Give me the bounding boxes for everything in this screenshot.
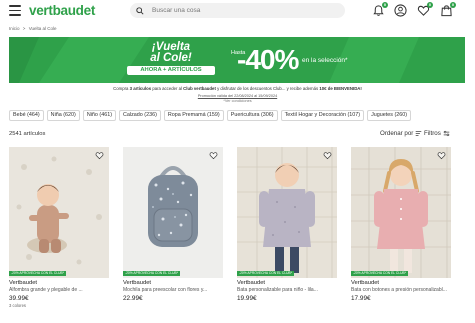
wishlist-heart-icon[interactable]	[437, 151, 446, 160]
chip-juguetes[interactable]: Juguetes (260)	[367, 110, 412, 121]
product-brand: Vertbaudet	[351, 280, 380, 286]
breadcrumb-separator: >	[22, 26, 26, 31]
promo-validity-link[interactable]: Promoción válida del 22/08/2024 al 15/09…	[0, 94, 475, 98]
breadcrumb: Inicio > Vuelta al Cole	[9, 26, 59, 31]
search-bar[interactable]	[130, 3, 345, 18]
account-button[interactable]	[394, 4, 407, 17]
product-name[interactable]: Alfombra grande y plegable de ...	[9, 287, 109, 293]
product-image[interactable]: -20% APROVECHA CON EL CLUB*	[351, 147, 451, 278]
hamburger-menu-icon[interactable]	[9, 5, 21, 16]
chip-nina[interactable]: Niña (620)	[46, 110, 80, 121]
notifications-button[interactable]: 0	[372, 2, 388, 17]
logo[interactable]: vertbaudet	[29, 3, 95, 18]
chip-nino[interactable]: Niño (461)	[82, 110, 117, 121]
product-brand: Vertbaudet	[237, 280, 266, 286]
club-discount-badge: -20% APROVECHA CON EL CLUB*	[9, 271, 67, 276]
product-price: 22.99€	[123, 295, 143, 302]
cart-badge: 0	[450, 2, 456, 8]
club-discount-badge: -20% APROVECHA CON EL CLUB*	[351, 271, 409, 276]
banner-discount: -40%	[237, 44, 299, 75]
promo-banner[interactable]: ¡Vuelta al Cole! AHORA + ARTÍCULOS Hasta…	[9, 37, 465, 83]
product-colors: 3 colores	[9, 303, 26, 308]
product-photo-backpack	[123, 147, 223, 278]
filter-sliders-icon	[443, 130, 450, 137]
product-price: 39.99€	[9, 295, 29, 302]
breadcrumb-current: Vuelta al Cole	[28, 26, 57, 31]
product-card[interactable]: -20% APROVECHA CON EL CLUB* Vertbaudet M…	[123, 147, 223, 302]
product-card[interactable]: -20% APROVECHA CON EL CLUB* Vertbaudet A…	[9, 147, 109, 308]
wishlist-heart-icon[interactable]	[323, 151, 332, 160]
product-photo-baby-playmat	[9, 147, 109, 278]
search-input[interactable]	[152, 7, 332, 14]
club-discount-badge: -20% APROVECHA CON EL CLUB*	[237, 271, 295, 276]
chip-calzado[interactable]: Calzado (236)	[119, 110, 161, 121]
product-image[interactable]: -20% APROVECHA CON EL CLUB*	[9, 147, 109, 278]
sort-label: Ordenar por	[380, 130, 414, 137]
product-brand: Vertbaudet	[9, 280, 38, 286]
chip-bebe[interactable]: Bebé (464)	[9, 110, 44, 121]
wishlist-button[interactable]: 0	[417, 2, 433, 17]
chip-puericultura[interactable]: Puericultura (306)	[226, 110, 278, 121]
product-card[interactable]: -20% APROVECHA CON EL CLUB* Vertbaudet B…	[351, 147, 451, 302]
top-header: vertbaudet 0 0 0	[0, 0, 475, 22]
club-discount-badge: -20% APROVECHA CON EL CLUB*	[123, 271, 181, 276]
club-promo-text: Compra 3 artículos para acceder al Club …	[113, 86, 362, 91]
category-chips: Bebé (464) Niña (620) Niño (461) Calzado…	[9, 110, 412, 121]
banner-selection: en la selección*	[302, 57, 348, 64]
banner-subtitle: AHORA + ARTÍCULOS	[127, 66, 215, 75]
wishlist-heart-icon[interactable]	[95, 151, 104, 160]
product-name[interactable]: Bata con botones a presión personalizabl…	[351, 287, 451, 293]
search-icon	[136, 6, 144, 15]
chip-ropa-premama[interactable]: Ropa Premamá (159)	[163, 110, 224, 121]
product-image[interactable]: -20% APROVECHA CON EL CLUB*	[123, 147, 223, 278]
user-icon	[394, 4, 407, 17]
results-count: 2541 artículos	[9, 131, 46, 137]
cart-button[interactable]: 0	[440, 2, 456, 17]
product-photo-boy-smock	[237, 147, 337, 278]
promo-conditions-link[interactable]: *Ver condiciones	[0, 99, 475, 103]
breadcrumb-home-link[interactable]: Inicio	[9, 26, 20, 31]
sort-button[interactable]: Ordenar por	[380, 130, 422, 137]
wishlist-heart-icon[interactable]	[209, 151, 218, 160]
product-image[interactable]: -20% APROVECHA CON EL CLUB*	[237, 147, 337, 278]
product-price: 19.99€	[237, 295, 257, 302]
sort-icon	[416, 131, 422, 136]
banner-title: ¡Vuelta al Cole!	[150, 41, 192, 64]
wishlist-badge: 0	[427, 2, 433, 8]
filters-label: Filtros	[424, 130, 441, 137]
product-name[interactable]: Mochila para preescolar con flores y...	[123, 287, 223, 293]
filters-button[interactable]: Filtros	[424, 130, 450, 137]
product-photo-girl-smock	[351, 147, 451, 278]
notifications-badge: 0	[382, 2, 388, 8]
product-price: 17.99€	[351, 295, 371, 302]
product-brand: Vertbaudet	[123, 280, 152, 286]
chip-textil-hogar[interactable]: Textil Hogar y Decoración (107)	[280, 110, 365, 121]
product-card[interactable]: -20% APROVECHA CON EL CLUB* Vertbaudet B…	[237, 147, 337, 302]
product-name[interactable]: Bata personalizable para niño - lila...	[237, 287, 337, 293]
